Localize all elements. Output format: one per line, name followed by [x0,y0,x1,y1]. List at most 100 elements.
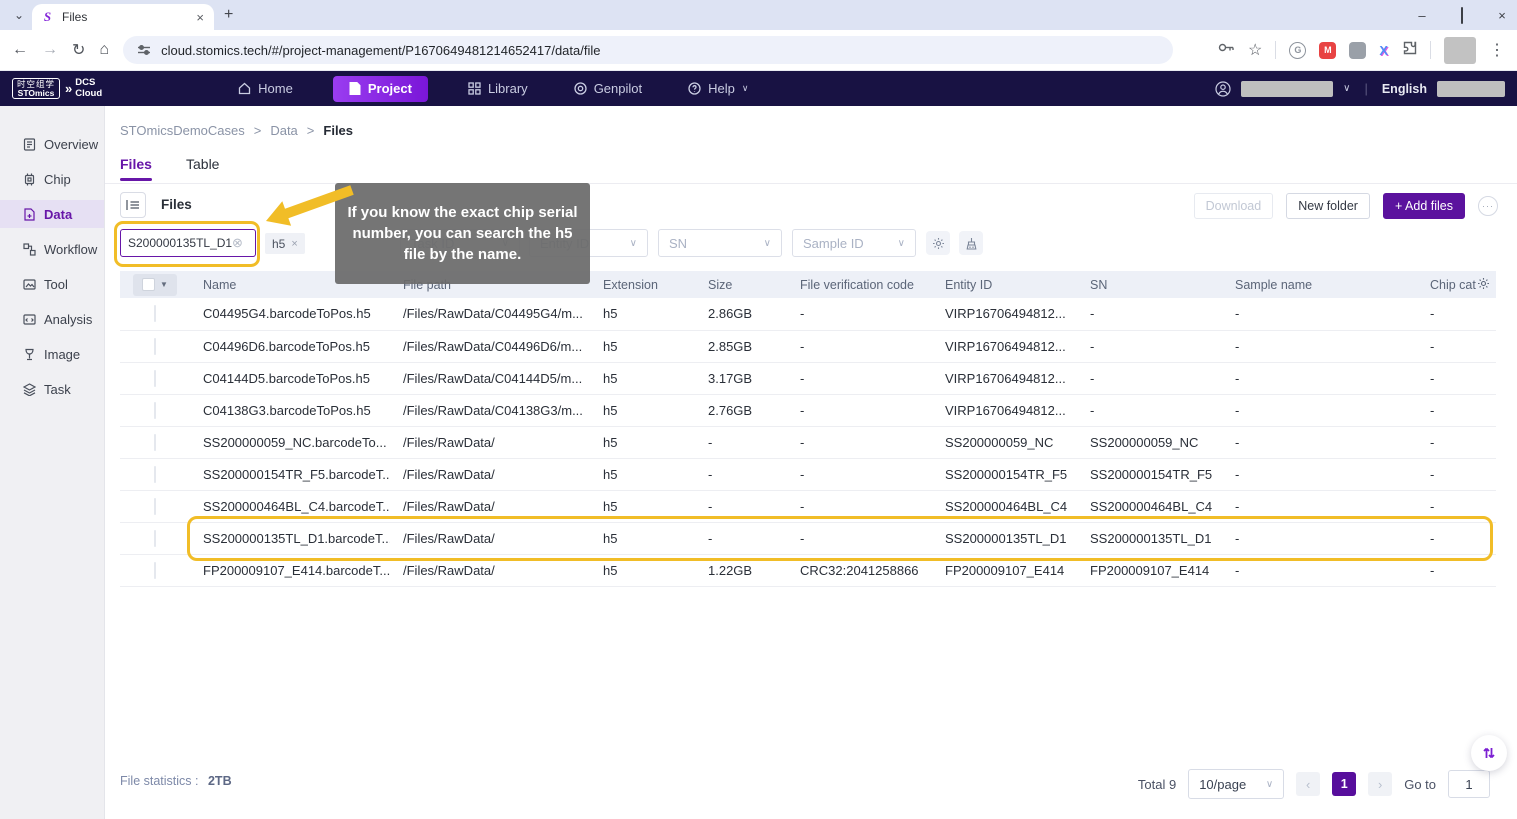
cell-extension: h5 [590,298,695,330]
column-settings-gear-icon[interactable] [1477,277,1490,293]
chevron-down-icon[interactable]: ∨ [1343,83,1350,94]
password-key-icon[interactable] [1218,41,1235,59]
sidebar-item-data[interactable]: Data [0,200,104,228]
sidebar-item-overview[interactable]: Overview [0,130,104,158]
more-actions-icon[interactable]: ··· [1478,196,1498,216]
table-row[interactable]: FP200009107_E414.barcodeT... /Files/RawD… [120,554,1496,586]
redacted-username[interactable] [1241,81,1333,97]
table-row[interactable]: SS200000059_NC.barcodeTo... /Files/RawDa… [120,426,1496,458]
cell-sn: SS200000154TR_F5 [1077,458,1222,490]
add-files-button[interactable]: + Add files [1383,193,1465,219]
tab-close-icon[interactable]: × [194,10,206,25]
panel-toggle-button[interactable] [120,192,146,218]
task-layers-icon [23,383,36,396]
filter-settings-button[interactable] [926,231,950,255]
col-chip-cat[interactable]: Chip cat [1417,271,1496,298]
cell-sn: - [1077,330,1222,362]
home-icon[interactable]: ⌂ [99,41,109,59]
sidebar-item-analysis[interactable]: Analysis [0,305,104,333]
tab-search-button[interactable]: ⌄ [6,2,32,28]
minimize-icon[interactable]: – [1415,8,1429,23]
back-icon[interactable]: ← [12,41,28,59]
extensions-puzzle-icon[interactable] [1401,40,1417,61]
sidebar-item-chip[interactable]: Chip [0,165,104,193]
cell-extension: h5 [590,490,695,522]
sample-id-dropdown[interactable]: Sample ID ∨ [792,229,916,257]
download-button[interactable]: Download [1194,193,1274,219]
new-folder-button[interactable]: New folder [1286,193,1370,219]
nav-item-project[interactable]: Project [333,76,428,102]
row-checkbox[interactable] [154,498,156,515]
search-input[interactable] [128,236,232,250]
col-sn[interactable]: SN [1077,271,1222,298]
row-checkbox[interactable] [154,530,156,547]
prev-page-icon[interactable]: ‹ [1296,772,1320,796]
cell-file-verification-code: - [787,458,932,490]
tab-table[interactable]: Table [186,156,219,172]
page-size-select[interactable]: 10/page ∨ [1188,769,1284,799]
table-row[interactable]: SS200000135TL_D1.barcodeT... /Files/RawD… [120,522,1496,554]
extension-gray-icon[interactable] [1349,42,1366,59]
col-size[interactable]: Size [695,271,787,298]
new-tab-button[interactable]: + [224,6,233,24]
col-file-verification-code[interactable]: File verification code [787,271,932,298]
close-window-icon[interactable]: × [1495,8,1509,23]
extension-g-icon[interactable]: G [1289,42,1306,59]
table-row[interactable]: C04496D6.barcodeToPos.h5 /Files/RawData/… [120,330,1496,362]
extension-x-icon[interactable]: X [1379,43,1388,58]
breadcrumb-data[interactable]: Data [270,123,297,138]
url-bar[interactable]: cloud.stomics.tech/#/project-management/… [123,36,1173,64]
browser-menu-icon[interactable]: ⋮ [1489,40,1505,60]
sidebar-item-image[interactable]: Image [0,340,104,368]
current-page-button[interactable]: 1 [1332,772,1356,796]
row-checkbox[interactable] [154,370,156,387]
browser-profile-avatar[interactable] [1444,37,1476,64]
row-checkbox[interactable] [154,562,156,579]
name-search-field[interactable]: ⊗ [120,229,256,257]
language-selector[interactable]: English [1382,82,1427,96]
col-sample-name[interactable]: Sample name [1222,271,1417,298]
sn-dropdown[interactable]: SN ∨ [658,229,782,257]
nav-item-genpilot[interactable]: Genpilot [568,76,648,102]
sidebar-item-tool[interactable]: Tool [0,270,104,298]
table-row[interactable]: SS200000464BL_C4.barcodeT... /Files/RawD… [120,490,1496,522]
table-row[interactable]: C04144D5.barcodeToPos.h5 /Files/RawData/… [120,362,1496,394]
table-row[interactable]: SS200000154TR_F5.barcodeT... /Files/RawD… [120,458,1496,490]
extension-filter-tag[interactable]: h5 × [265,233,305,254]
col-entity-id[interactable]: Entity ID [932,271,1077,298]
remove-tag-icon[interactable]: × [291,238,297,250]
site-info-icon[interactable] [137,44,151,56]
goto-page-input[interactable] [1448,770,1490,798]
redacted-org[interactable] [1437,81,1505,97]
clear-filters-button[interactable] [959,231,983,255]
nav-item-help[interactable]: Help ∨ [682,76,754,102]
select-all-checkbox[interactable] [142,278,155,291]
sidebar-item-workflow[interactable]: Workflow [0,235,104,263]
row-checkbox[interactable] [154,402,156,419]
restore-icon[interactable] [1455,8,1469,23]
breadcrumb-project[interactable]: STOmicsDemoCases [120,123,245,138]
row-checkbox[interactable] [154,338,156,355]
select-all-control[interactable]: ▼ [133,274,177,296]
extension-m-icon[interactable]: M [1319,42,1336,59]
bookmark-star-icon[interactable]: ☆ [1248,40,1262,60]
tab-files[interactable]: Files [120,156,152,172]
nav-item-library[interactable]: Library [462,76,534,102]
table-row[interactable]: C04138G3.barcodeToPos.h5 /Files/RawData/… [120,394,1496,426]
nav-item-home[interactable]: Home [232,76,299,102]
clear-search-icon[interactable]: ⊗ [232,235,243,251]
forward-icon[interactable]: → [42,41,58,59]
sidebar-item-task[interactable]: Task [0,375,104,403]
dropdown-arrow-icon[interactable]: ▼ [160,280,168,289]
row-checkbox[interactable] [154,466,156,483]
reload-icon[interactable]: ↻ [72,40,85,60]
cell-file-path: /Files/RawData/C04495G4/m... [390,298,590,330]
col-extension[interactable]: Extension [590,271,695,298]
stomics-dcs-cloud-logo[interactable]: 时空组学 STOmics » DCS Cloud [12,78,102,100]
row-checkbox[interactable] [154,305,156,322]
transfer-sort-fab[interactable] [1471,735,1507,771]
browser-tab[interactable]: S Files × [32,4,214,30]
next-page-icon[interactable]: › [1368,772,1392,796]
row-checkbox[interactable] [154,434,156,451]
table-row[interactable]: C04495G4.barcodeToPos.h5 /Files/RawData/… [120,298,1496,330]
